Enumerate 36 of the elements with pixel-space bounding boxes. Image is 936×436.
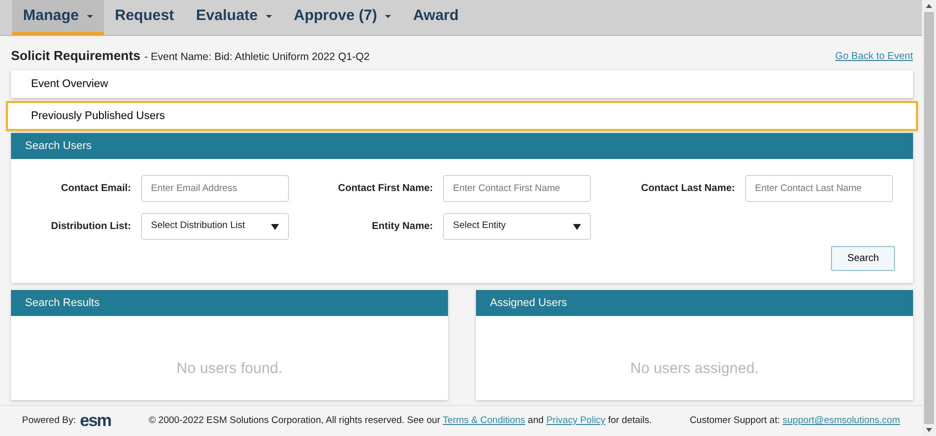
page-title: Solicit Requirements xyxy=(11,47,140,66)
field-label: Contact Email: xyxy=(60,182,131,196)
select-field[interactable]: Select Distribution List xyxy=(141,213,289,240)
empty-message: No users found. xyxy=(176,359,284,379)
nav-tab[interactable]: Request xyxy=(104,0,186,35)
field-label: Distribution List: xyxy=(50,220,131,234)
panel-header: Search Results xyxy=(11,290,448,316)
support-text: Customer Support at: support@esmsolutions.com xyxy=(690,414,900,428)
scrollbar[interactable] xyxy=(922,0,936,436)
accordion-item[interactable]: Previously Published Users xyxy=(7,102,917,130)
input-field[interactable]: Enter Contact First Name xyxy=(443,175,591,202)
select-field[interactable]: Select Entity xyxy=(443,213,591,240)
field-label: Entity Name: xyxy=(370,220,433,234)
input-field[interactable]: Enter Contact Last Name xyxy=(745,175,893,202)
empty-message: No users assigned. xyxy=(629,359,760,379)
company-logo: esm xyxy=(80,410,111,432)
field-label: Contact Last Name: xyxy=(640,182,735,196)
nav-tab[interactable]: Evaluate xyxy=(185,0,283,35)
panel-header: Assigned Users xyxy=(476,290,913,316)
terms-link[interactable]: Terms & Conditions xyxy=(442,414,526,426)
dropdown-arrow-icon xyxy=(271,224,279,230)
powered-by-label: Powered By: xyxy=(22,414,76,428)
copyright-text: © 2000-2022 ESM Solutions Corporation, All rights reserved. See our Terms & Conditions and Privacy Policy for details. xyxy=(148,414,652,428)
go-back-link[interactable]: Go Back to Event xyxy=(835,48,913,64)
event-name: - Event Name: Bid: Athletic Uniform 2022 Q1-Q2 xyxy=(144,50,370,66)
email-link[interactable]: support@esmsolutions.com xyxy=(782,414,900,426)
privacy-link[interactable]: Privacy Policy xyxy=(546,414,606,426)
dropdown-arrow-icon xyxy=(573,224,581,230)
nav-tab[interactable]: Manage xyxy=(12,0,104,35)
input-field[interactable]: Enter Email Address xyxy=(141,175,289,202)
panel-header: Search Users xyxy=(11,133,913,159)
search-button[interactable]: Search xyxy=(831,246,895,271)
field-label: Contact First Name: xyxy=(336,182,433,196)
nav-tab[interactable]: Approve (7) xyxy=(282,0,402,35)
nav-tab[interactable]: Award xyxy=(402,0,470,35)
accordion-item[interactable]: Event Overview xyxy=(11,70,913,98)
